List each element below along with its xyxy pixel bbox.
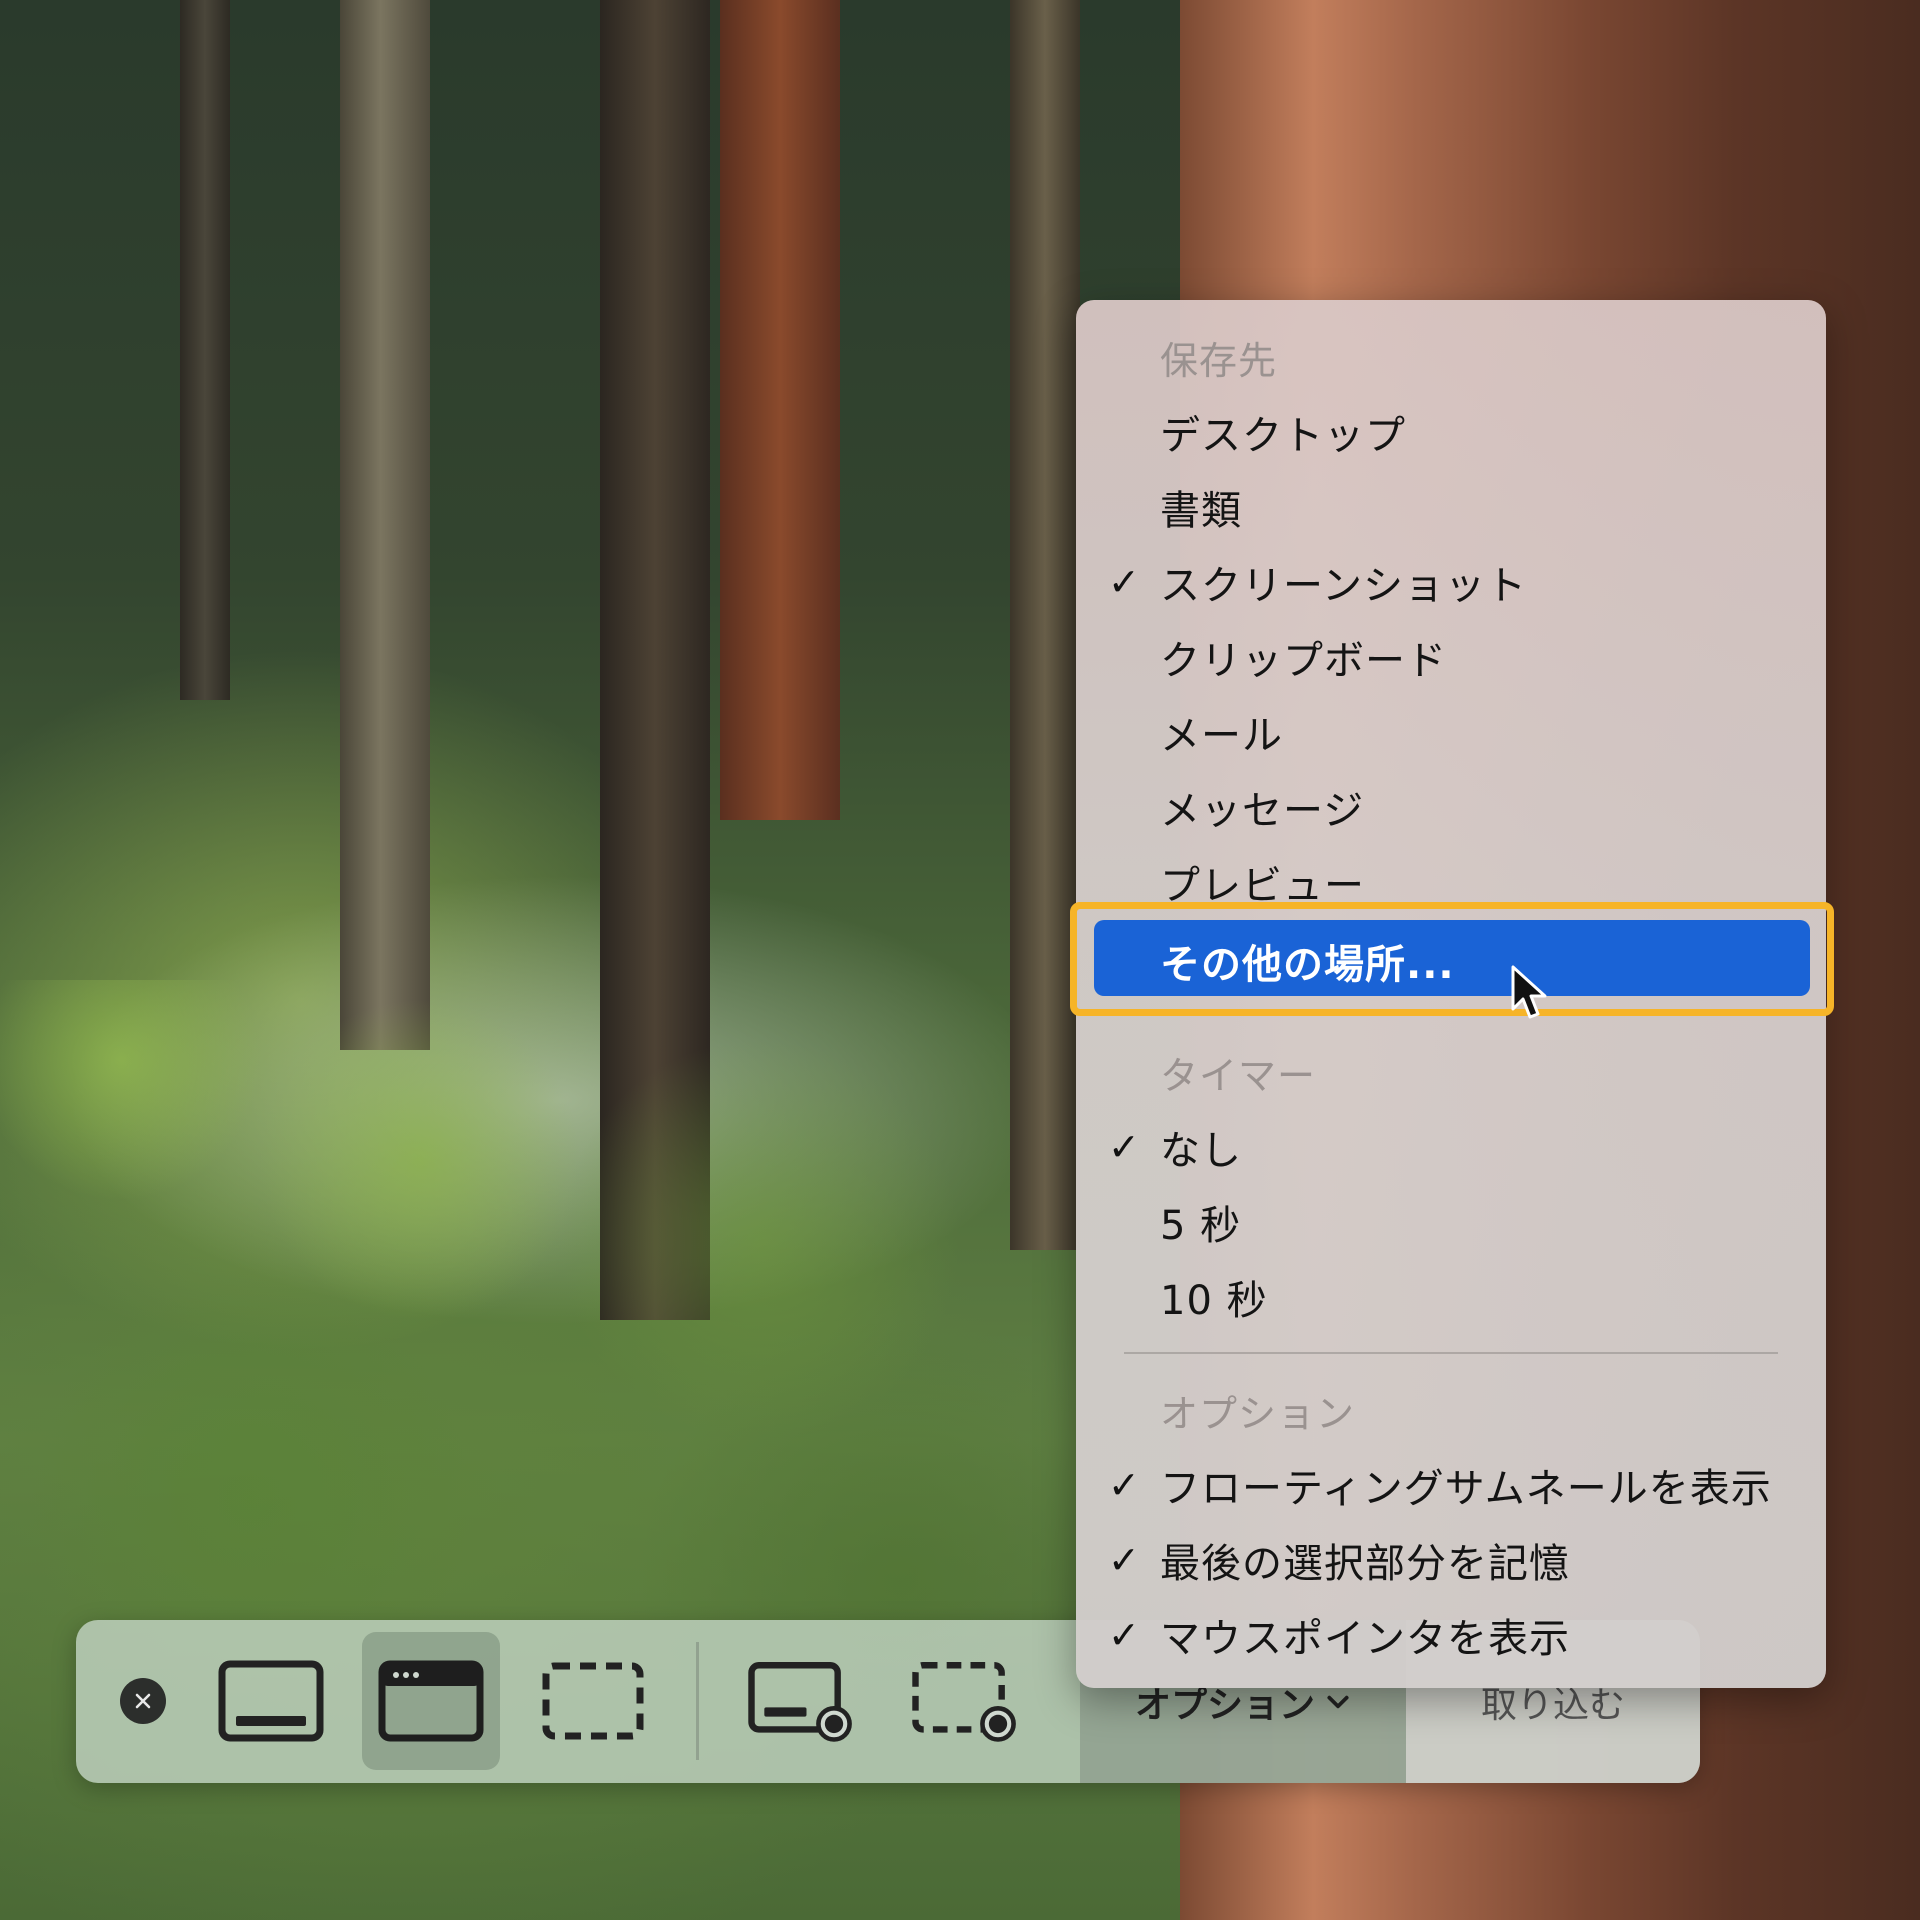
- section-header-label: タイマー: [1160, 1053, 1317, 1098]
- menu-item-label: メッセージ: [1160, 788, 1365, 834]
- close-icon: [135, 1693, 151, 1709]
- menu-item-remember-last-selection[interactable]: ✓ 最後の選択部分を記憶: [1076, 1523, 1826, 1597]
- menu-item-other-location[interactable]: その他の場所...: [1094, 920, 1810, 996]
- menu-item-timer-none[interactable]: ✓ なし: [1076, 1110, 1826, 1184]
- tree-trunk: [340, 0, 430, 1050]
- menu-item-label: 5 秒: [1160, 1203, 1242, 1249]
- menu-item-label: その他の場所...: [1160, 942, 1455, 988]
- screen-icon: [218, 1660, 324, 1742]
- menu-item-show-mouse-pointer[interactable]: ✓ マウスポインタを表示: [1076, 1598, 1826, 1672]
- menu-item-screenshots[interactable]: ✓ スクリーンショット: [1076, 545, 1826, 619]
- capture-window-button[interactable]: [362, 1632, 500, 1770]
- menu-item-label: 10 秒: [1160, 1278, 1268, 1324]
- menu-item-label: なし: [1160, 1128, 1242, 1174]
- record-selection-button[interactable]: [896, 1632, 1034, 1770]
- mouse-pointer-icon: [1511, 965, 1547, 1019]
- capture-entire-screen-button[interactable]: [202, 1632, 340, 1770]
- menu-item-timer-5s[interactable]: 5 秒: [1076, 1185, 1826, 1259]
- checkmark-icon: ✓: [1108, 1125, 1140, 1169]
- toolbar-divider: [696, 1642, 699, 1760]
- close-button[interactable]: [120, 1678, 166, 1724]
- checkmark-icon: ✓: [1108, 1613, 1140, 1657]
- window-icon: [378, 1660, 484, 1742]
- tree-trunk: [720, 0, 840, 820]
- menu-item-timer-10s[interactable]: 10 秒: [1076, 1260, 1826, 1334]
- menu-item-label: フローティングサムネールを表示: [1160, 1466, 1772, 1512]
- section-header-options: オプション: [1076, 1373, 1826, 1447]
- record-selection-icon: [912, 1662, 1016, 1742]
- chevron-down-icon: [1327, 1695, 1349, 1708]
- menu-item-clipboard[interactable]: クリップボード: [1076, 620, 1826, 694]
- section-header-timer: タイマー: [1076, 1035, 1826, 1109]
- section-header-label: 保存先: [1160, 338, 1278, 383]
- section-header-save-to: 保存先: [1076, 320, 1826, 394]
- menu-item-label: 最後の選択部分を記憶: [1160, 1541, 1570, 1587]
- section-header-label: オプション: [1160, 1391, 1356, 1436]
- checkmark-icon: ✓: [1108, 1538, 1140, 1582]
- record-screen-icon: [748, 1662, 852, 1742]
- menu-item-show-floating-thumbnail[interactable]: ✓ フローティングサムネールを表示: [1076, 1448, 1826, 1522]
- capture-selection-button[interactable]: [524, 1632, 662, 1770]
- menu-item-label: クリップボード: [1160, 638, 1447, 684]
- menu-item-desktop[interactable]: デスクトップ: [1076, 395, 1826, 469]
- checkmark-icon: ✓: [1108, 1463, 1140, 1507]
- tree-trunk: [180, 0, 230, 700]
- selection-icon: [542, 1662, 644, 1740]
- menu-item-documents[interactable]: 書類: [1076, 470, 1826, 544]
- menu-item-messages[interactable]: メッセージ: [1076, 770, 1826, 844]
- checkmark-icon: ✓: [1108, 560, 1140, 604]
- menu-item-label: スクリーンショット: [1160, 563, 1527, 609]
- menu-item-label: メール: [1160, 713, 1283, 759]
- menu-item-label: デスクトップ: [1160, 413, 1406, 459]
- menu-item-label: 書類: [1160, 488, 1242, 534]
- menu-separator: [1124, 1352, 1778, 1354]
- menu-item-label: マウスポインタを表示: [1160, 1616, 1570, 1662]
- menu-item-mail[interactable]: メール: [1076, 695, 1826, 769]
- record-entire-screen-button[interactable]: [732, 1632, 870, 1770]
